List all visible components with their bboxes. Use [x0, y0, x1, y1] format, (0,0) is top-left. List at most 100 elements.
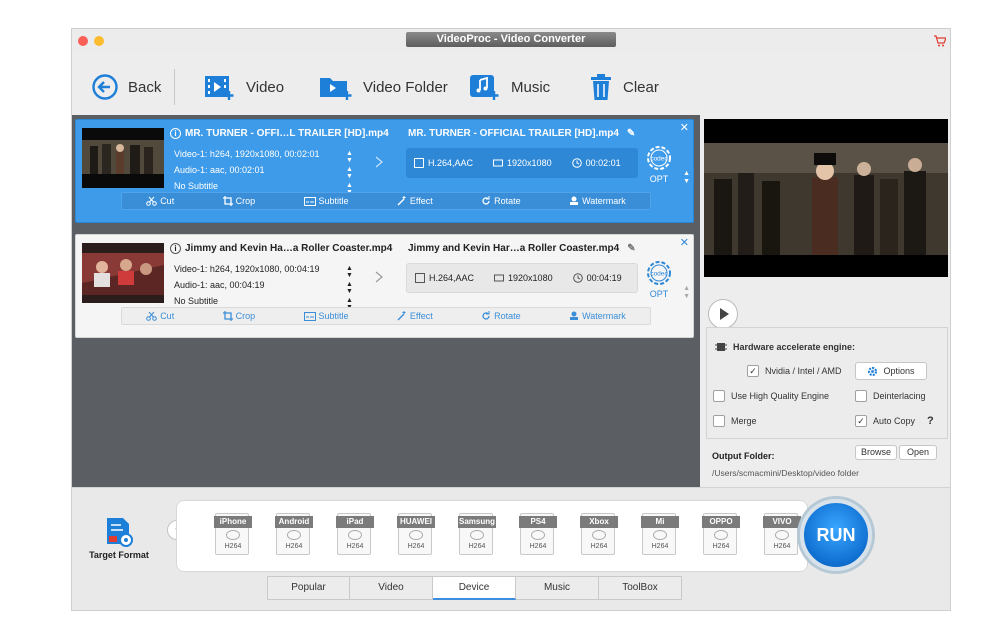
device-name: Mi [641, 516, 679, 528]
cut-button[interactable]: Cut [146, 196, 174, 206]
tab-music[interactable]: Music [516, 576, 599, 600]
video-thumbnail[interactable] [82, 128, 164, 188]
cut-button[interactable]: Cut [146, 311, 174, 321]
chevron-right-icon [375, 271, 383, 283]
crop-button[interactable]: Crop [222, 196, 255, 206]
device-format-xbox[interactable]: Xbox H264 [580, 513, 618, 555]
device-codec: H264 [590, 543, 608, 550]
output-folder-path[interactable]: /Users/scmacmini/Desktop/video folder [712, 468, 859, 478]
device-format-ipad[interactable]: iPad H264 [336, 513, 374, 555]
trash-icon [591, 74, 611, 100]
target-format-button[interactable]: Target Format [88, 516, 150, 560]
run-button[interactable]: RUN [800, 499, 872, 571]
window-title: VideoProc - Video Converter [406, 32, 616, 47]
film-add-icon [205, 76, 234, 100]
remove-item-icon[interactable]: ✕ [680, 121, 689, 134]
reorder-arrows-icon[interactable]: ▲ ▼ [683, 285, 690, 301]
chip-icon [715, 343, 727, 351]
high-quality-checkbox[interactable]: Use High Quality Engine [713, 390, 829, 402]
magic-wand-icon [397, 196, 406, 206]
effect-button[interactable]: Effect [397, 311, 433, 321]
clear-label: Clear [623, 78, 659, 96]
video-track-info[interactable]: Video-1: h264, 1920x1080, 00:02:01 [174, 149, 319, 159]
cart-icon[interactable] [934, 34, 947, 52]
device-format-android[interactable]: Android H264 [275, 513, 313, 555]
reorder-arrows-icon[interactable]: ▲ ▼ [683, 170, 690, 186]
minimize-window-button[interactable] [94, 36, 104, 46]
watermark-button[interactable]: Watermark [569, 311, 626, 321]
subtitle-icon [303, 311, 316, 321]
audio-track-info[interactable]: Audio-1: aac, 00:02:01 [174, 165, 265, 175]
audio-track-select-icon[interactable]: ▲ ▼ [346, 166, 353, 180]
codec-options-button[interactable]: codec OPT [644, 259, 674, 301]
rotate-button[interactable]: Rotate [481, 311, 521, 321]
video-thumbnail[interactable] [82, 243, 164, 303]
deinterlacing-checkbox[interactable]: Deinterlacing [855, 390, 926, 402]
options-button[interactable]: Options [855, 362, 927, 380]
device-codec: H264 [468, 543, 486, 550]
video-item-selected[interactable]: i MR. TURNER - OFFI…L TRAILER [HD].mp4 V… [75, 119, 694, 223]
settings-panel: Hardware accelerate engine: ✓ Nvidia / In… [706, 327, 948, 439]
device-format-ps4[interactable]: PS4 H264 [519, 513, 557, 555]
checkbox-checked[interactable]: ✓ [747, 365, 759, 377]
back-button[interactable]: Back [92, 71, 161, 103]
music-add-icon [470, 75, 499, 100]
effect-button[interactable]: Effect [397, 196, 433, 206]
open-button[interactable]: Open [899, 445, 937, 460]
crop-button[interactable]: Crop [222, 311, 255, 321]
title-bar: VideoProc - Video Converter [72, 29, 950, 52]
merge-checkbox[interactable]: Merge [713, 415, 757, 427]
add-video-folder-button[interactable]: Video Folder [319, 71, 448, 103]
edit-name-icon[interactable]: ✎ [627, 243, 635, 254]
edit-name-icon[interactable]: ✎ [627, 128, 635, 139]
device-format-mi[interactable]: Mi H264 [641, 513, 679, 555]
tab-video[interactable]: Video [350, 576, 433, 600]
clock-icon [572, 273, 583, 283]
tab-toolbox[interactable]: ToolBox [599, 576, 682, 600]
svg-text:codec: codec [650, 156, 668, 163]
device-codec: H264 [529, 543, 547, 550]
crop-icon [222, 311, 233, 321]
device-format-vivo[interactable]: VIVO H264 [763, 513, 801, 555]
device-codec: H264 [651, 543, 669, 550]
info-icon[interactable]: i [170, 128, 181, 139]
subtitle-info[interactable]: No Subtitle [174, 296, 218, 306]
device-name: PS4 [519, 516, 557, 528]
video-track-info[interactable]: Video-1: h264, 1920x1080, 00:04:19 [174, 264, 319, 274]
target-format-icon [107, 518, 133, 547]
help-icon[interactable]: ? [927, 415, 934, 427]
video-item[interactable]: i Jimmy and Kevin Ha…a Roller Coaster.mp… [75, 234, 694, 338]
video-preview[interactable] [704, 119, 948, 277]
audio-track-select-icon[interactable]: ▲ ▼ [346, 281, 353, 295]
audio-track-info[interactable]: Audio-1: aac, 00:04:19 [174, 280, 265, 290]
subtitle-button[interactable]: Subtitle [303, 311, 349, 321]
remove-item-icon[interactable]: ✕ [680, 236, 689, 249]
subtitle-button[interactable]: Subtitle [303, 196, 349, 206]
add-music-button[interactable]: Music [469, 71, 550, 103]
clear-button[interactable]: Clear [589, 71, 659, 103]
play-button[interactable] [708, 299, 738, 329]
device-format-oppo[interactable]: OPPO H264 [702, 513, 740, 555]
output-info: H.264,AAC 1920x1080 00:04:19 [406, 263, 638, 293]
format-tabs: Popular Video Device Music ToolBox [267, 576, 682, 600]
film-icon [415, 273, 425, 283]
codec-options-button[interactable]: codec OPT [644, 144, 674, 186]
subtitle-info[interactable]: No Subtitle [174, 181, 218, 191]
device-format-iphone[interactable]: iPhone H264 [214, 513, 252, 555]
tab-device[interactable]: Device [433, 576, 516, 600]
hw-accel-checkbox[interactable]: ✓ Nvidia / Intel / AMD [747, 365, 842, 377]
video-track-select-icon[interactable]: ▲ ▼ [346, 265, 353, 279]
device-format-huawei[interactable]: HUAWEI H264 [397, 513, 435, 555]
close-window-button[interactable] [78, 36, 88, 46]
info-icon[interactable]: i [170, 243, 181, 254]
rotate-button[interactable]: Rotate [481, 196, 521, 206]
browse-button[interactable]: Browse [855, 445, 897, 460]
watermark-button[interactable]: Watermark [569, 196, 626, 206]
device-format-samsung[interactable]: Samsung H264 [458, 513, 496, 555]
video-track-select-icon[interactable]: ▲ ▼ [346, 150, 353, 164]
folder-add-icon [320, 78, 352, 100]
tab-popular[interactable]: Popular [267, 576, 350, 600]
add-video-button[interactable]: Video [204, 71, 284, 103]
duration-info: 00:04:19 [572, 273, 622, 283]
auto-copy-checkbox[interactable]: ✓ Auto Copy? [855, 415, 934, 427]
